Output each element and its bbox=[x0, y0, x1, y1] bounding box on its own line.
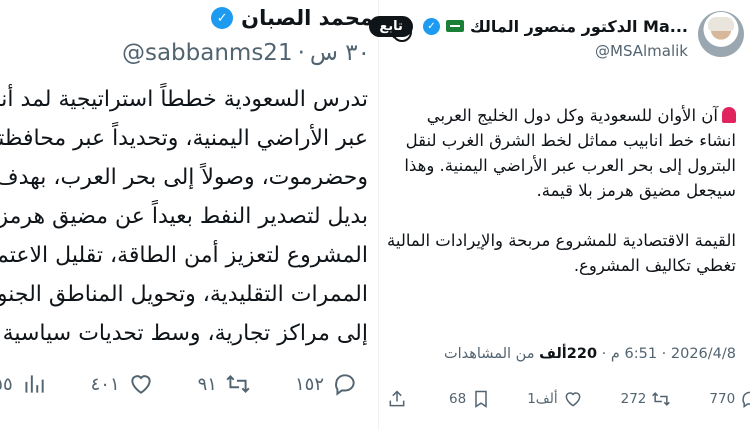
left-reply-button[interactable]: ١٥٢ bbox=[295, 371, 358, 397]
repost-count: 272 bbox=[620, 391, 647, 407]
left-author-name[interactable]: محمد الصبان bbox=[241, 6, 373, 30]
right-handle[interactable]: @MSAlmalik bbox=[595, 42, 688, 60]
like-button[interactable]: 1ألف bbox=[527, 389, 582, 409]
left-like-count: ٤٠١ bbox=[90, 373, 120, 395]
heart-icon bbox=[130, 375, 151, 394]
right-author-name[interactable]: الدكتور منصور المالك Ma... bbox=[470, 17, 688, 36]
left-handle-row: @sabbanms21 · ٣٠ س bbox=[122, 40, 370, 66]
left-repost-button[interactable]: ٩١ bbox=[198, 371, 251, 397]
meta-separator: · bbox=[661, 346, 667, 362]
right-tweet-body: آن الأوان للسعودية وكل دول الخليج العربي… bbox=[386, 103, 736, 278]
reply-icon bbox=[742, 391, 750, 408]
verified-badge-icon: ✓ bbox=[211, 7, 234, 29]
left-reply-count: ١٥٢ bbox=[294, 373, 324, 395]
left-repost-count: ٩١ bbox=[197, 373, 217, 395]
left-author-row: ✓ محمد الصبان bbox=[211, 3, 373, 33]
reply-count: 770 bbox=[709, 391, 736, 407]
right-body-para2: القيمة الاقتصادية للمشروع مربحة والإيراد… bbox=[381, 231, 736, 275]
tweet-time[interactable]: 6:51 م bbox=[611, 346, 657, 362]
bookmark-button[interactable]: 68 bbox=[449, 389, 491, 409]
views-count: 220ألف bbox=[539, 346, 598, 362]
right-body-para1: آن الأوان للسعودية وكل دول الخليج العربي… bbox=[399, 106, 736, 200]
right-tweet[interactable]: تابع ✓ الدكتور منصور المالك Ma... @MSAlm… bbox=[369, 0, 750, 430]
left-views-count: ٥٥ ألف bbox=[0, 373, 13, 395]
right-action-bar: 68 1ألف 272 770 bbox=[379, 382, 750, 416]
reply-icon bbox=[335, 374, 355, 396]
right-author-row: تابع ✓ الدكتور منصور المالك Ma... bbox=[369, 13, 688, 39]
share-button[interactable] bbox=[387, 389, 407, 409]
left-like-button[interactable]: ٤٠١ bbox=[91, 371, 154, 397]
reply-button[interactable]: 770 bbox=[709, 389, 750, 409]
tweet-meta: 2026/4/8 · 6:51 م · 220ألف من المشاهدات bbox=[444, 346, 736, 362]
bookmark-icon bbox=[475, 390, 487, 408]
siren-emoji-icon bbox=[722, 107, 736, 123]
like-count: 1ألف bbox=[527, 391, 558, 407]
heart-icon bbox=[565, 392, 581, 407]
share-icon bbox=[389, 390, 405, 407]
saudi-flag-icon bbox=[445, 20, 464, 32]
bookmark-count: 68 bbox=[449, 391, 467, 407]
left-tweet-body: تدرس السعودية خططاً استراتيجية لمد أنبوب… bbox=[0, 87, 368, 346]
left-time[interactable]: ٣٠ س bbox=[310, 40, 370, 66]
repost-icon bbox=[652, 392, 671, 406]
follow-button[interactable]: تابع bbox=[369, 15, 413, 37]
left-action-bar: ١٥٢ ٩١ ٤٠١ ٥٥ ألف bbox=[0, 367, 378, 401]
left-separator: · bbox=[297, 40, 305, 66]
repost-button[interactable]: 272 bbox=[621, 389, 672, 409]
views-label: من المشاهدات bbox=[443, 346, 535, 362]
views-icon bbox=[25, 375, 44, 393]
left-tweet[interactable]: ✓ محمد الصبان @sabbanms21 · ٣٠ س تدرس السع… bbox=[0, 0, 378, 430]
verified-badge-icon: ✓ bbox=[422, 17, 440, 35]
avatar[interactable] bbox=[698, 11, 744, 57]
tweet-date[interactable]: 2026/4/8 bbox=[671, 346, 736, 362]
left-handle[interactable]: @sabbanms21 bbox=[122, 40, 293, 66]
meta-separator-2: · bbox=[601, 346, 607, 362]
repost-icon bbox=[226, 375, 250, 393]
left-views-button[interactable]: ٥٥ ألف bbox=[0, 371, 47, 397]
